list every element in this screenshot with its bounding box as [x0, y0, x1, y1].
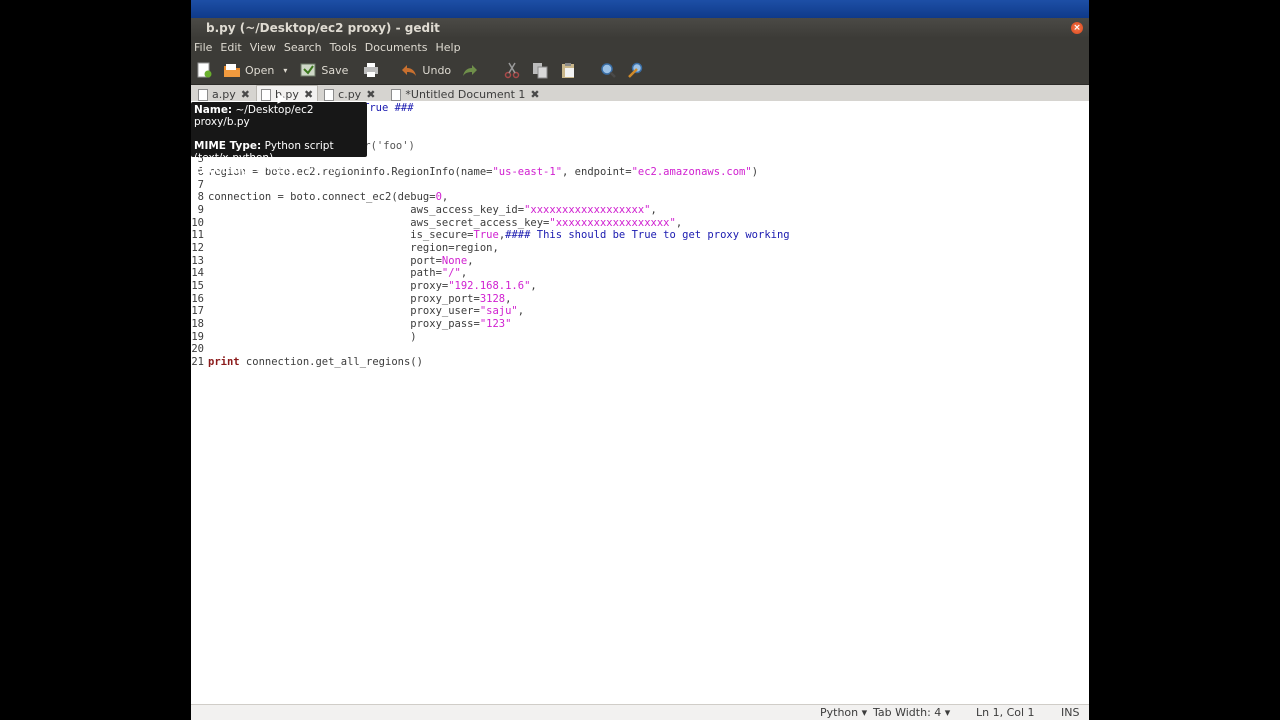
- status-bar: Python ▾ Tab Width: 4 ▾ Ln 1, Col 1 INS: [191, 704, 1089, 720]
- printer-icon: [362, 61, 380, 79]
- code-line-17: 17 proxy_user="saju",: [191, 305, 525, 317]
- menu-bar: File Edit View Search Tools Documents He…: [191, 38, 1089, 56]
- copy-icon: [531, 61, 549, 79]
- redo-arrow-icon: [461, 61, 479, 79]
- undo-arrow-icon: [400, 61, 418, 79]
- clipboard-icon: [559, 61, 577, 79]
- document-icon: [391, 88, 402, 101]
- menu-edit[interactable]: Edit: [220, 41, 241, 54]
- copy-button[interactable]: [531, 61, 553, 79]
- code-line-14: 14 path="/",: [191, 267, 468, 279]
- code-line-1-partial: True ###: [363, 102, 414, 114]
- tab-close-icon[interactable]: ✖: [241, 88, 250, 101]
- menu-file[interactable]: File: [194, 41, 212, 54]
- save-label: Save: [321, 63, 349, 77]
- text-editor[interactable]: True ### ogger('foo') 5 6 region = boto.e…: [191, 101, 1089, 704]
- top-panel: [191, 0, 1089, 18]
- paste-button[interactable]: [559, 61, 581, 79]
- document-icon: [198, 88, 208, 101]
- code-line-12: 12 region=region,: [191, 242, 499, 254]
- undo-label: Undo: [422, 63, 452, 77]
- search-button[interactable]: [599, 61, 621, 79]
- language-selector[interactable]: Python ▾: [820, 705, 867, 720]
- menu-search[interactable]: Search: [284, 41, 322, 54]
- toolbar: Open ▾ Save Undo: [191, 56, 1089, 85]
- save-button[interactable]: Save: [299, 61, 348, 79]
- menu-tools[interactable]: Tools: [330, 41, 357, 54]
- open-label: Open: [245, 63, 275, 77]
- tab-label: c.py: [338, 88, 362, 101]
- code-line-20: 20: [191, 343, 204, 355]
- cursor-position: Ln 1, Col 1: [976, 706, 1035, 719]
- save-icon: [299, 61, 317, 79]
- code-line-9: 9 aws_access_key_id="xxxxxxxxxxxxxxxxxx"…: [197, 204, 657, 216]
- find-replace-icon: [627, 61, 645, 79]
- tab-tooltip: Name: ~/Desktop/ec2 proxy/b.py MIME Type…: [191, 102, 367, 176]
- insert-mode: INS: [1061, 706, 1080, 719]
- new-document-icon: [195, 61, 213, 79]
- code-line-19: 19 ): [191, 331, 417, 343]
- tab-close-icon[interactable]: ✖: [530, 88, 539, 101]
- window-title: b.py (~/Desktop/ec2 proxy) - gedit: [206, 21, 440, 35]
- open-button[interactable]: Open ▾: [223, 61, 287, 79]
- menu-help[interactable]: Help: [435, 41, 460, 54]
- new-button[interactable]: [195, 61, 217, 79]
- undo-button[interactable]: Undo: [400, 61, 451, 79]
- code-line-18: 18 proxy_pass="123": [191, 318, 512, 330]
- replace-button[interactable]: [627, 61, 649, 79]
- document-icon: [324, 88, 335, 101]
- title-bar: b.py (~/Desktop/ec2 proxy) - gedit ×: [191, 18, 1089, 38]
- code-line-21: 21 print connection.get_all_regions(): [191, 356, 423, 368]
- tab-label: a.py: [212, 88, 236, 101]
- code-line-15: 15 proxy="192.168.1.6",: [191, 280, 537, 292]
- tab-close-icon[interactable]: ✖: [304, 88, 313, 101]
- code-line-11: 11 is_secure=True,#### This should be Tr…: [191, 229, 790, 241]
- cut-button[interactable]: [503, 61, 525, 79]
- tooltip-name-row: Name: ~/Desktop/ec2 proxy/b.py: [194, 104, 314, 128]
- tab-label: *Untitled Document 1: [405, 88, 526, 101]
- open-dropdown-icon[interactable]: ▾: [283, 66, 287, 75]
- menu-view[interactable]: View: [250, 41, 276, 54]
- close-button[interactable]: ×: [1071, 22, 1083, 34]
- tooltip-mime-row: MIME Type: Python script (text/x-python): [194, 140, 334, 164]
- document-icon: [260, 88, 271, 101]
- print-button[interactable]: [362, 61, 384, 79]
- scissors-icon: [503, 61, 521, 79]
- folder-icon: [223, 61, 241, 79]
- redo-button[interactable]: [461, 61, 483, 79]
- search-icon: [599, 61, 617, 79]
- code-line-8: 8 connection = boto.connect_ec2(debug=0,: [197, 191, 449, 203]
- tab-close-icon[interactable]: ✖: [366, 88, 375, 101]
- menu-documents[interactable]: Documents: [365, 41, 428, 54]
- tooltip-encoding-row: Encoding: Unicode (UTF-8): [194, 164, 341, 176]
- tab-width-selector[interactable]: Tab Width: 4 ▾: [873, 705, 950, 720]
